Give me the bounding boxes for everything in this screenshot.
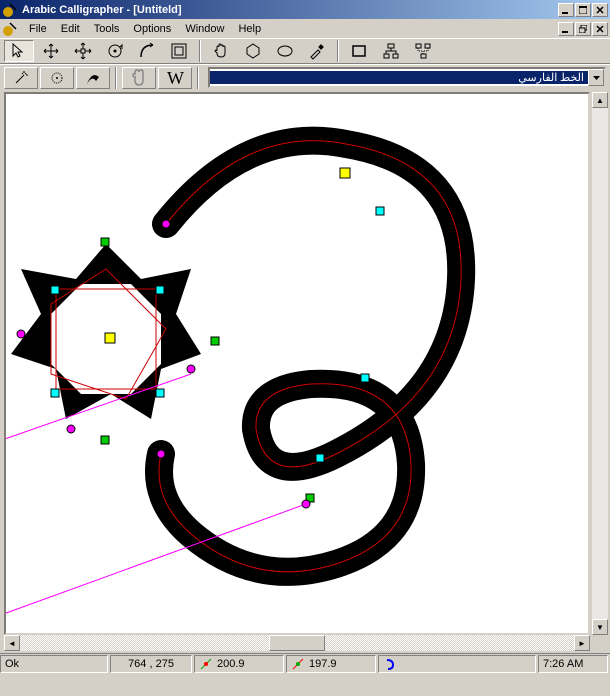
separator bbox=[337, 40, 339, 62]
rect-tool[interactable] bbox=[344, 40, 374, 62]
window-title: Arabic Calligrapher - [Untiteld] bbox=[22, 4, 558, 16]
separator bbox=[115, 67, 117, 89]
scroll-down-button[interactable]: ▼ bbox=[592, 619, 608, 635]
horizontal-scrollbar[interactable]: ◄ ► bbox=[4, 635, 590, 651]
doc-icon bbox=[2, 21, 18, 37]
connector-tool[interactable] bbox=[408, 40, 438, 62]
hand-tool[interactable] bbox=[206, 40, 236, 62]
pen-tool[interactable] bbox=[76, 67, 110, 89]
status-text: Ok bbox=[0, 655, 108, 673]
menu-options[interactable]: Options bbox=[126, 21, 178, 37]
mdi-minimize-button[interactable] bbox=[558, 22, 574, 36]
move-tool[interactable] bbox=[36, 40, 66, 62]
status-time: 7:26 AM bbox=[538, 655, 608, 673]
text-tool[interactable]: W bbox=[158, 67, 192, 89]
scroll-track[interactable] bbox=[592, 108, 608, 619]
canvas[interactable] bbox=[4, 92, 590, 635]
menu-window[interactable]: Window bbox=[178, 21, 231, 37]
anchor-move-tool[interactable] bbox=[68, 40, 98, 62]
menu-help[interactable]: Help bbox=[231, 21, 268, 37]
menu-edit[interactable]: Edit bbox=[54, 21, 87, 37]
eyedropper-tool[interactable] bbox=[302, 40, 332, 62]
separator bbox=[197, 67, 199, 89]
ellipse-tool[interactable] bbox=[270, 40, 300, 62]
vertical-scrollbar[interactable]: ▲ ▼ bbox=[592, 92, 608, 635]
minimize-button[interactable] bbox=[558, 3, 574, 17]
scroll-right-button[interactable]: ► bbox=[574, 635, 590, 651]
close-button[interactable] bbox=[592, 3, 608, 17]
mdi-controls bbox=[558, 22, 608, 36]
mdi-restore-button[interactable] bbox=[575, 22, 591, 36]
select-rect-tool[interactable] bbox=[164, 40, 194, 62]
pointer-tool[interactable] bbox=[4, 40, 34, 62]
status-angle-2: 197.9 bbox=[286, 655, 376, 673]
hierarchy-tool[interactable] bbox=[376, 40, 406, 62]
dropdown-arrow-icon[interactable] bbox=[588, 69, 604, 86]
svg-text:W: W bbox=[167, 68, 184, 88]
font-selector-value: الخط الفارسي bbox=[210, 71, 588, 84]
statusbar: Ok 764 , 275 200.9 197.9 7:26 AM bbox=[0, 653, 610, 673]
titlebar: Arabic Calligrapher - [Untiteld] bbox=[0, 0, 610, 19]
scroll-up-button[interactable]: ▲ bbox=[592, 92, 608, 108]
hexagon-tool[interactable] bbox=[238, 40, 268, 62]
maximize-button[interactable] bbox=[575, 3, 591, 17]
separator bbox=[199, 40, 201, 62]
status-angle-1: 200.9 bbox=[194, 655, 284, 673]
glove-tool[interactable] bbox=[122, 67, 156, 89]
scroll-left-button[interactable]: ◄ bbox=[4, 635, 20, 651]
scroll-track[interactable] bbox=[20, 635, 574, 651]
mdi-close-button[interactable] bbox=[592, 22, 608, 36]
app-icon bbox=[2, 2, 18, 18]
status-spacer bbox=[378, 655, 536, 673]
menu-file[interactable]: File bbox=[22, 21, 54, 37]
scroll-thumb[interactable] bbox=[269, 635, 324, 651]
canvas-area: ▲ ▼ ◄ ► bbox=[0, 90, 610, 653]
font-selector[interactable]: الخط الفارسي bbox=[208, 67, 606, 88]
menubar: File Edit Tools Options Window Help bbox=[0, 19, 610, 38]
magic-wand-tool[interactable] bbox=[4, 67, 38, 89]
target-tool[interactable] bbox=[40, 67, 74, 89]
menu-tools[interactable]: Tools bbox=[87, 21, 127, 37]
curve-tool[interactable] bbox=[132, 40, 162, 62]
rotate-tool[interactable] bbox=[100, 40, 130, 62]
toolbar-2: W الخط الفارسي bbox=[0, 64, 610, 90]
toolbar-1 bbox=[0, 38, 610, 64]
window-controls bbox=[558, 3, 608, 17]
status-coords: 764 , 275 bbox=[110, 655, 192, 673]
